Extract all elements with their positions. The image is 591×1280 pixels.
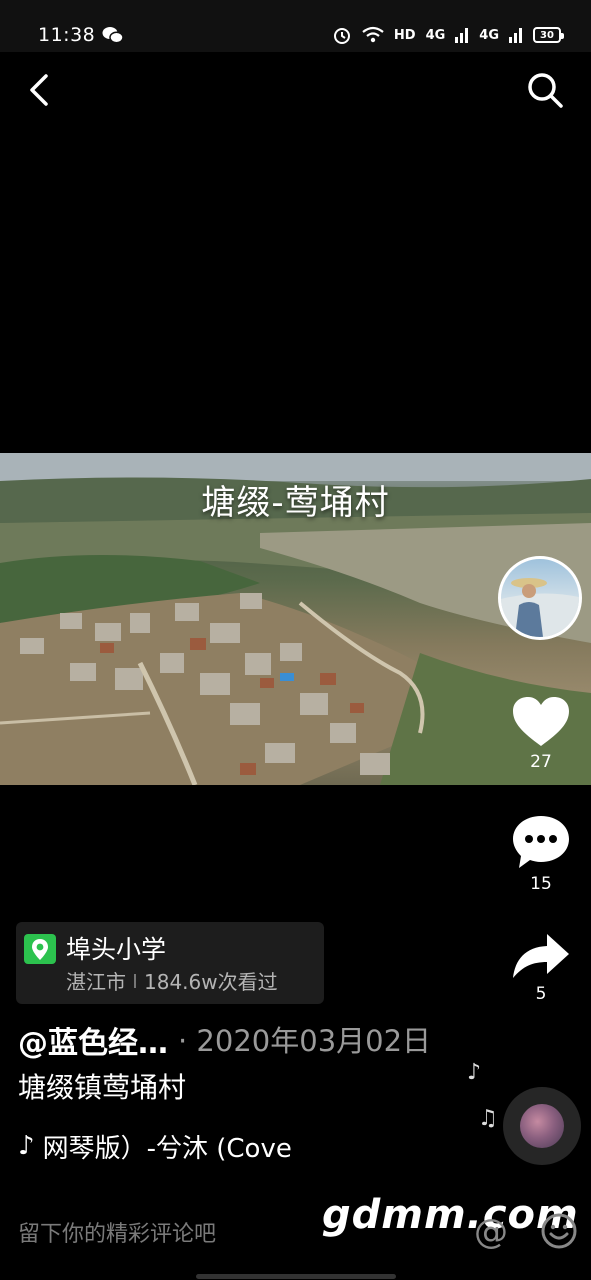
signal-label-1: 4G [425,27,446,43]
alarm-icon [333,28,350,44]
music-disc-button[interactable] [503,1087,581,1165]
location-name: 埠头小学 [66,935,167,964]
like-count: 27 [530,752,552,772]
home-indicator[interactable] [196,1274,396,1279]
music-title: 网琴版）-兮沐 (Cove [42,1133,292,1164]
video-caption: 塘缀-莺埇村 [201,483,390,523]
avatar-image [501,578,579,637]
heart-icon [513,697,569,746]
comment-icon [513,816,569,868]
comment-count: 15 [530,874,552,894]
music-note-icon: ♪ [18,1131,35,1161]
post-description: 塘缀镇莺埇村 [18,1071,187,1104]
music-info[interactable]: ♪ 网琴版）-兮沐 (Cove [18,1128,318,1164]
like-button[interactable]: 27 [505,696,577,772]
share-count: 5 [535,984,547,1004]
emoji-icon[interactable] [540,1212,578,1250]
back-button[interactable] [22,70,56,110]
search-button[interactable] [525,70,565,110]
share-arrow-icon [513,934,569,978]
location-views: 184.6w次看过 [144,970,278,994]
at-mention-icon[interactable]: @ [474,1212,514,1252]
author-name[interactable]: @蓝色经… [18,1018,168,1062]
music-cover [520,1104,564,1148]
battery-icon: 30 [533,27,564,43]
music-note-icon: ♫ [478,1106,498,1131]
wechat-icon [102,27,124,44]
comment-button[interactable]: 15 [505,814,577,894]
post-date: · 2020年03月02日 [178,1024,432,1058]
share-button[interactable]: 5 [505,930,577,1004]
music-note-icon: ♪ [467,1060,482,1085]
author-avatar[interactable] [498,556,582,640]
status-time: 11:38 [38,24,96,46]
status-bar: 11:38 HD 4G 4G 30 [0,0,591,52]
signal-icon [455,28,469,43]
wifi-icon [362,26,384,43]
location-city: 湛江市 [66,970,126,994]
divider [134,973,136,988]
status-icons: HD 4G 4G 30 [332,24,564,46]
network-type: HD [393,27,416,43]
signal-label-2: 4G [479,27,499,43]
signal-icon-2 [509,28,522,43]
location-card[interactable]: 埠头小学 湛江市 184.6w次看过 [16,922,324,1004]
video-player[interactable]: 塘缀-莺埇村 [0,453,591,785]
location-pin-icon [24,934,56,964]
location-meta: 湛江市 184.6w次看过 [66,966,278,995]
comment-input[interactable]: 留下你的精彩评论吧 [18,1216,216,1248]
